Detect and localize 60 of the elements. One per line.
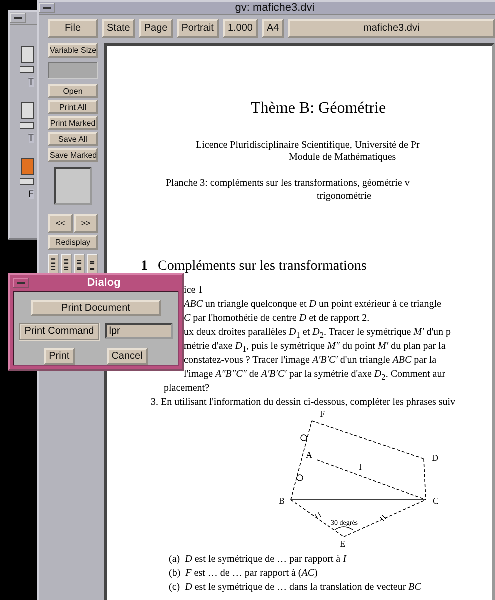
document-text: placement? xyxy=(164,383,210,395)
document-text: Module de Mathématiques xyxy=(289,152,396,164)
size-button[interactable]: Variable Size xyxy=(48,43,98,58)
icon-label: F xyxy=(28,189,34,199)
print-document-button[interactable]: Print Document xyxy=(31,300,161,316)
document-text: Planche 3: compléments sur les transformations, géométrie v xyxy=(166,178,410,190)
point-label: C xyxy=(433,496,440,506)
panner-area[interactable] xyxy=(54,167,92,205)
icon-label: T xyxy=(28,133,34,143)
toolbar-button[interactable]: Portrait xyxy=(176,19,219,38)
command-label: Print Command xyxy=(18,323,100,341)
document-text: 3. En utilisant l'information du dessin ci-dessous, compléter les phrases suiv xyxy=(151,397,456,409)
computer-icon[interactable] xyxy=(20,101,34,131)
toolbar-button[interactable]: File xyxy=(48,19,98,38)
document-text: l'image A″B″C″ de A′B′C′ par la symétrie d'axe D$_{2}$. Comment aur xyxy=(184,369,446,381)
item-number: (a) xyxy=(169,554,180,566)
sidebar-button[interactable]: Open xyxy=(48,84,98,98)
dialog-button[interactable]: Cancel xyxy=(106,348,148,365)
window-title: gv: mafiche3.dvi xyxy=(234,2,316,14)
section-heading: Compléments sur les transformations xyxy=(158,259,367,274)
item-text: D est le symétrique de … par rapport à I xyxy=(185,554,346,566)
document-title: Thème B: Géométrie xyxy=(251,99,386,119)
toolbar-button[interactable]: Page xyxy=(139,19,173,38)
toolbar-button[interactable]: A4 xyxy=(262,19,284,38)
toolbar-button[interactable]: 1.000 xyxy=(222,19,258,38)
sidebar-button[interactable]: Save Marked xyxy=(48,148,98,162)
document-text: métrie d'axe D$_{1}$, puis le symétrique M″ du point M′ du plan par la xyxy=(184,341,446,353)
section-number: 1 xyxy=(141,259,148,274)
point-label: B xyxy=(279,496,286,506)
dialog-button[interactable]: Print xyxy=(44,348,75,365)
document-text: ice 1 xyxy=(184,285,204,297)
point-label: I xyxy=(359,462,362,472)
document-text: C par l'homothétie de centre D et de rapport 2. xyxy=(184,313,370,325)
document-text: Licence Pluridisciplinaire Scientifique, Université de Pr xyxy=(196,140,420,152)
point-label: E xyxy=(340,539,346,548)
next-button[interactable]: >> xyxy=(74,214,98,233)
item-number: (b) xyxy=(169,568,181,580)
computer-icon[interactable] xyxy=(20,45,34,75)
sidebar-button[interactable]: Print All xyxy=(48,100,98,114)
point-label: F xyxy=(320,409,326,419)
page-number-field[interactable] xyxy=(48,62,98,79)
item-text: F est … de … par rapport à (AC) xyxy=(186,568,318,580)
document-text: constatez-vous ? Tracer l'image A′B′C′ d'un triangle ABC par la xyxy=(184,355,437,367)
item-text: D est le symétrique de … dans la translation de vecteur BC xyxy=(185,582,422,594)
document-text: trigonométrie xyxy=(317,191,372,203)
dialog-title: Dialog xyxy=(86,277,122,289)
sidebar-button[interactable]: Print Marked xyxy=(48,116,98,130)
point-label: A xyxy=(306,450,312,460)
previous-button[interactable]: << xyxy=(48,214,73,233)
item-number: (c) xyxy=(169,582,180,594)
icon-label: T xyxy=(28,77,34,87)
document-text: ux deux droites parallèles D$_{1}$ et D$_{2}$. Tracer le symétrique M′ d'un p xyxy=(184,327,452,339)
minimize-button[interactable] xyxy=(13,278,29,288)
toolbar-button[interactable]: State xyxy=(102,19,136,38)
sidebar-button[interactable]: Save All xyxy=(48,132,98,146)
point-label: D xyxy=(432,453,438,463)
document-text: ABC un triangle quelconque et D un point extérieur à ce triangle xyxy=(184,299,442,311)
file-name-button[interactable]: mafiche3.dvi xyxy=(288,19,495,38)
command-field[interactable]: lpr xyxy=(105,323,174,339)
redisplay-button[interactable]: Redisplay xyxy=(48,235,98,250)
